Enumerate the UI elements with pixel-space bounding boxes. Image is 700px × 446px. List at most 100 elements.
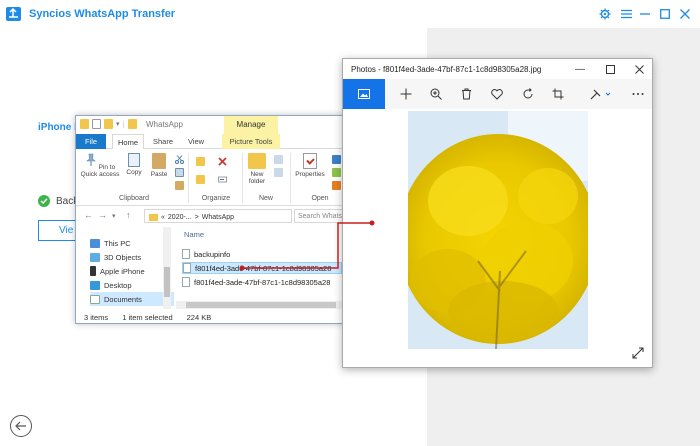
status-size: 224 KB	[186, 313, 212, 322]
history-icon[interactable]	[332, 181, 341, 190]
nav-item-3d-objects[interactable]: 3D Objects	[90, 250, 174, 264]
zoom-icon[interactable]	[428, 86, 444, 102]
nav-item-apple-iphone[interactable]: Apple iPhone	[90, 264, 174, 278]
file-icon	[182, 277, 190, 287]
window-folder-icon	[127, 119, 137, 129]
properties-icon[interactable]	[92, 119, 101, 129]
minimize-icon[interactable]: —	[573, 62, 587, 76]
pin-quick-access-button[interactable]: Pin to Quick access	[78, 153, 122, 178]
view-icon[interactable]	[343, 79, 385, 109]
manage-context-tab[interactable]: Manage	[224, 116, 278, 134]
photo-image	[408, 111, 588, 349]
organize-group-label: Organize	[201, 195, 231, 202]
tab-share[interactable]: Share	[148, 134, 178, 149]
edit-icon[interactable]	[332, 168, 341, 177]
copy-label: Copy	[126, 169, 142, 176]
explorer-title: WhatsApp	[146, 120, 183, 129]
new-group-label: New	[258, 195, 273, 202]
nav-item-label: Apple iPhone	[100, 266, 145, 276]
move-to-icon[interactable]	[196, 157, 205, 166]
nav-item-label: Documents	[104, 294, 142, 304]
file-row[interactable]: f801f4ed-3ade-47bf-87c1-1c8d98305a28	[182, 262, 342, 274]
tab-view[interactable]: View	[182, 134, 210, 149]
add-icon[interactable]	[398, 86, 414, 102]
new-item-icon[interactable]	[274, 155, 283, 164]
check-icon	[38, 195, 50, 207]
properties-label: Properties	[295, 171, 325, 178]
backup-status: Back	[38, 195, 78, 207]
copy-icon	[128, 153, 140, 167]
copy-button[interactable]: Copy	[123, 153, 145, 176]
folder-icon	[80, 119, 89, 129]
favorite-icon[interactable]	[489, 86, 505, 102]
forward-arrow-icon[interactable]: →	[98, 210, 107, 220]
rotate-icon[interactable]	[520, 86, 536, 102]
recent-dropdown-icon[interactable]: ▾	[112, 212, 116, 220]
back-icon[interactable]	[10, 415, 32, 437]
file-icon	[182, 249, 190, 259]
minimize-icon[interactable]	[637, 6, 653, 22]
rename-icon[interactable]	[218, 175, 227, 184]
column-header-name[interactable]: Name	[184, 230, 204, 239]
nav-item-label: 3D Objects	[104, 252, 142, 262]
close-icon[interactable]	[677, 6, 693, 22]
tab-home[interactable]: Home	[112, 134, 144, 150]
new-folder-icon[interactable]	[104, 119, 113, 129]
title-divider: |	[122, 119, 125, 129]
settings-icon[interactable]	[597, 6, 613, 22]
up-arrow-icon[interactable]: ↑	[126, 210, 131, 220]
address-bar[interactable]: « 2020-... > WhatsApp	[144, 209, 292, 223]
breadcrumb-segment[interactable]: 2020-...	[168, 214, 192, 221]
nav-scrollbar[interactable]	[163, 227, 171, 309]
nav-item-desktop[interactable]: Desktop	[90, 278, 174, 292]
photos-title: Photos - f801f4ed-3ade-47bf-87c1-1c8d983…	[351, 65, 542, 74]
cube-icon	[90, 252, 100, 262]
nav-item-documents[interactable]: Documents	[90, 292, 174, 306]
paste-button[interactable]: Paste	[148, 153, 170, 178]
paste-shortcut-icon[interactable]	[175, 181, 184, 190]
open-icon[interactable]	[332, 155, 341, 164]
nav-item-label: This PC	[104, 238, 131, 248]
delete-icon[interactable]	[458, 86, 474, 102]
breadcrumb-segment[interactable]: WhatsApp	[202, 214, 234, 221]
fullscreen-icon[interactable]	[632, 347, 644, 359]
menu-icon[interactable]	[618, 6, 634, 22]
close-icon[interactable]	[632, 62, 646, 76]
phone-icon	[90, 266, 96, 276]
horizontal-scroll-thumb[interactable]	[186, 302, 336, 308]
tab-file[interactable]: File	[76, 134, 106, 149]
search-input[interactable]: Search WhatsApp	[294, 209, 342, 223]
ribbon-tabs: File Home Share View Picture Tools	[76, 134, 342, 150]
file-row[interactable]: backupinfo	[182, 248, 342, 260]
file-name: backupinfo	[194, 249, 231, 259]
crop-icon[interactable]	[550, 86, 566, 102]
nav-item-this-pc[interactable]: This PC	[90, 236, 174, 250]
maximize-icon[interactable]	[603, 62, 617, 76]
open-group-label: Open	[311, 195, 329, 202]
new-folder-button[interactable]: New folder	[244, 153, 270, 185]
quick-access-toolbar: ▾ |	[80, 119, 137, 129]
explorer-titlebar: ▾ | WhatsApp Manage	[76, 116, 342, 134]
edit-icon[interactable]	[589, 86, 613, 102]
copy-path-icon[interactable]	[175, 168, 184, 177]
easy-access-icon[interactable]	[274, 168, 283, 177]
address-prefix: «	[161, 213, 165, 221]
file-row[interactable]: f801f4ed-3ade-47bf-87c1-1c8d98305a28	[182, 276, 342, 288]
pin-icon	[85, 153, 96, 166]
desktop-icon	[90, 280, 100, 290]
maximize-icon[interactable]	[657, 6, 673, 22]
nav-scroll-thumb[interactable]	[164, 267, 170, 297]
cut-icon[interactable]	[175, 155, 184, 164]
file-name: f801f4ed-3ade-47bf-87c1-1c8d98305a28	[194, 277, 331, 287]
delete-icon[interactable]	[218, 157, 227, 166]
horizontal-scrollbar[interactable]	[176, 301, 342, 309]
more-icon[interactable]	[630, 86, 646, 102]
breadcrumb-separator: >	[194, 213, 199, 221]
ribbon: Pin to Quick access Copy Paste Clipboard…	[76, 149, 342, 206]
file-name: f801f4ed-3ade-47bf-87c1-1c8d98305a28	[195, 263, 332, 273]
back-arrow-icon[interactable]: ←	[84, 210, 93, 220]
properties-button[interactable]: Properties	[292, 153, 328, 178]
tab-picture-tools[interactable]: Picture Tools	[222, 134, 280, 149]
qat-dropdown-icon[interactable]: ▾	[116, 120, 120, 128]
copy-to-icon[interactable]	[196, 175, 205, 184]
